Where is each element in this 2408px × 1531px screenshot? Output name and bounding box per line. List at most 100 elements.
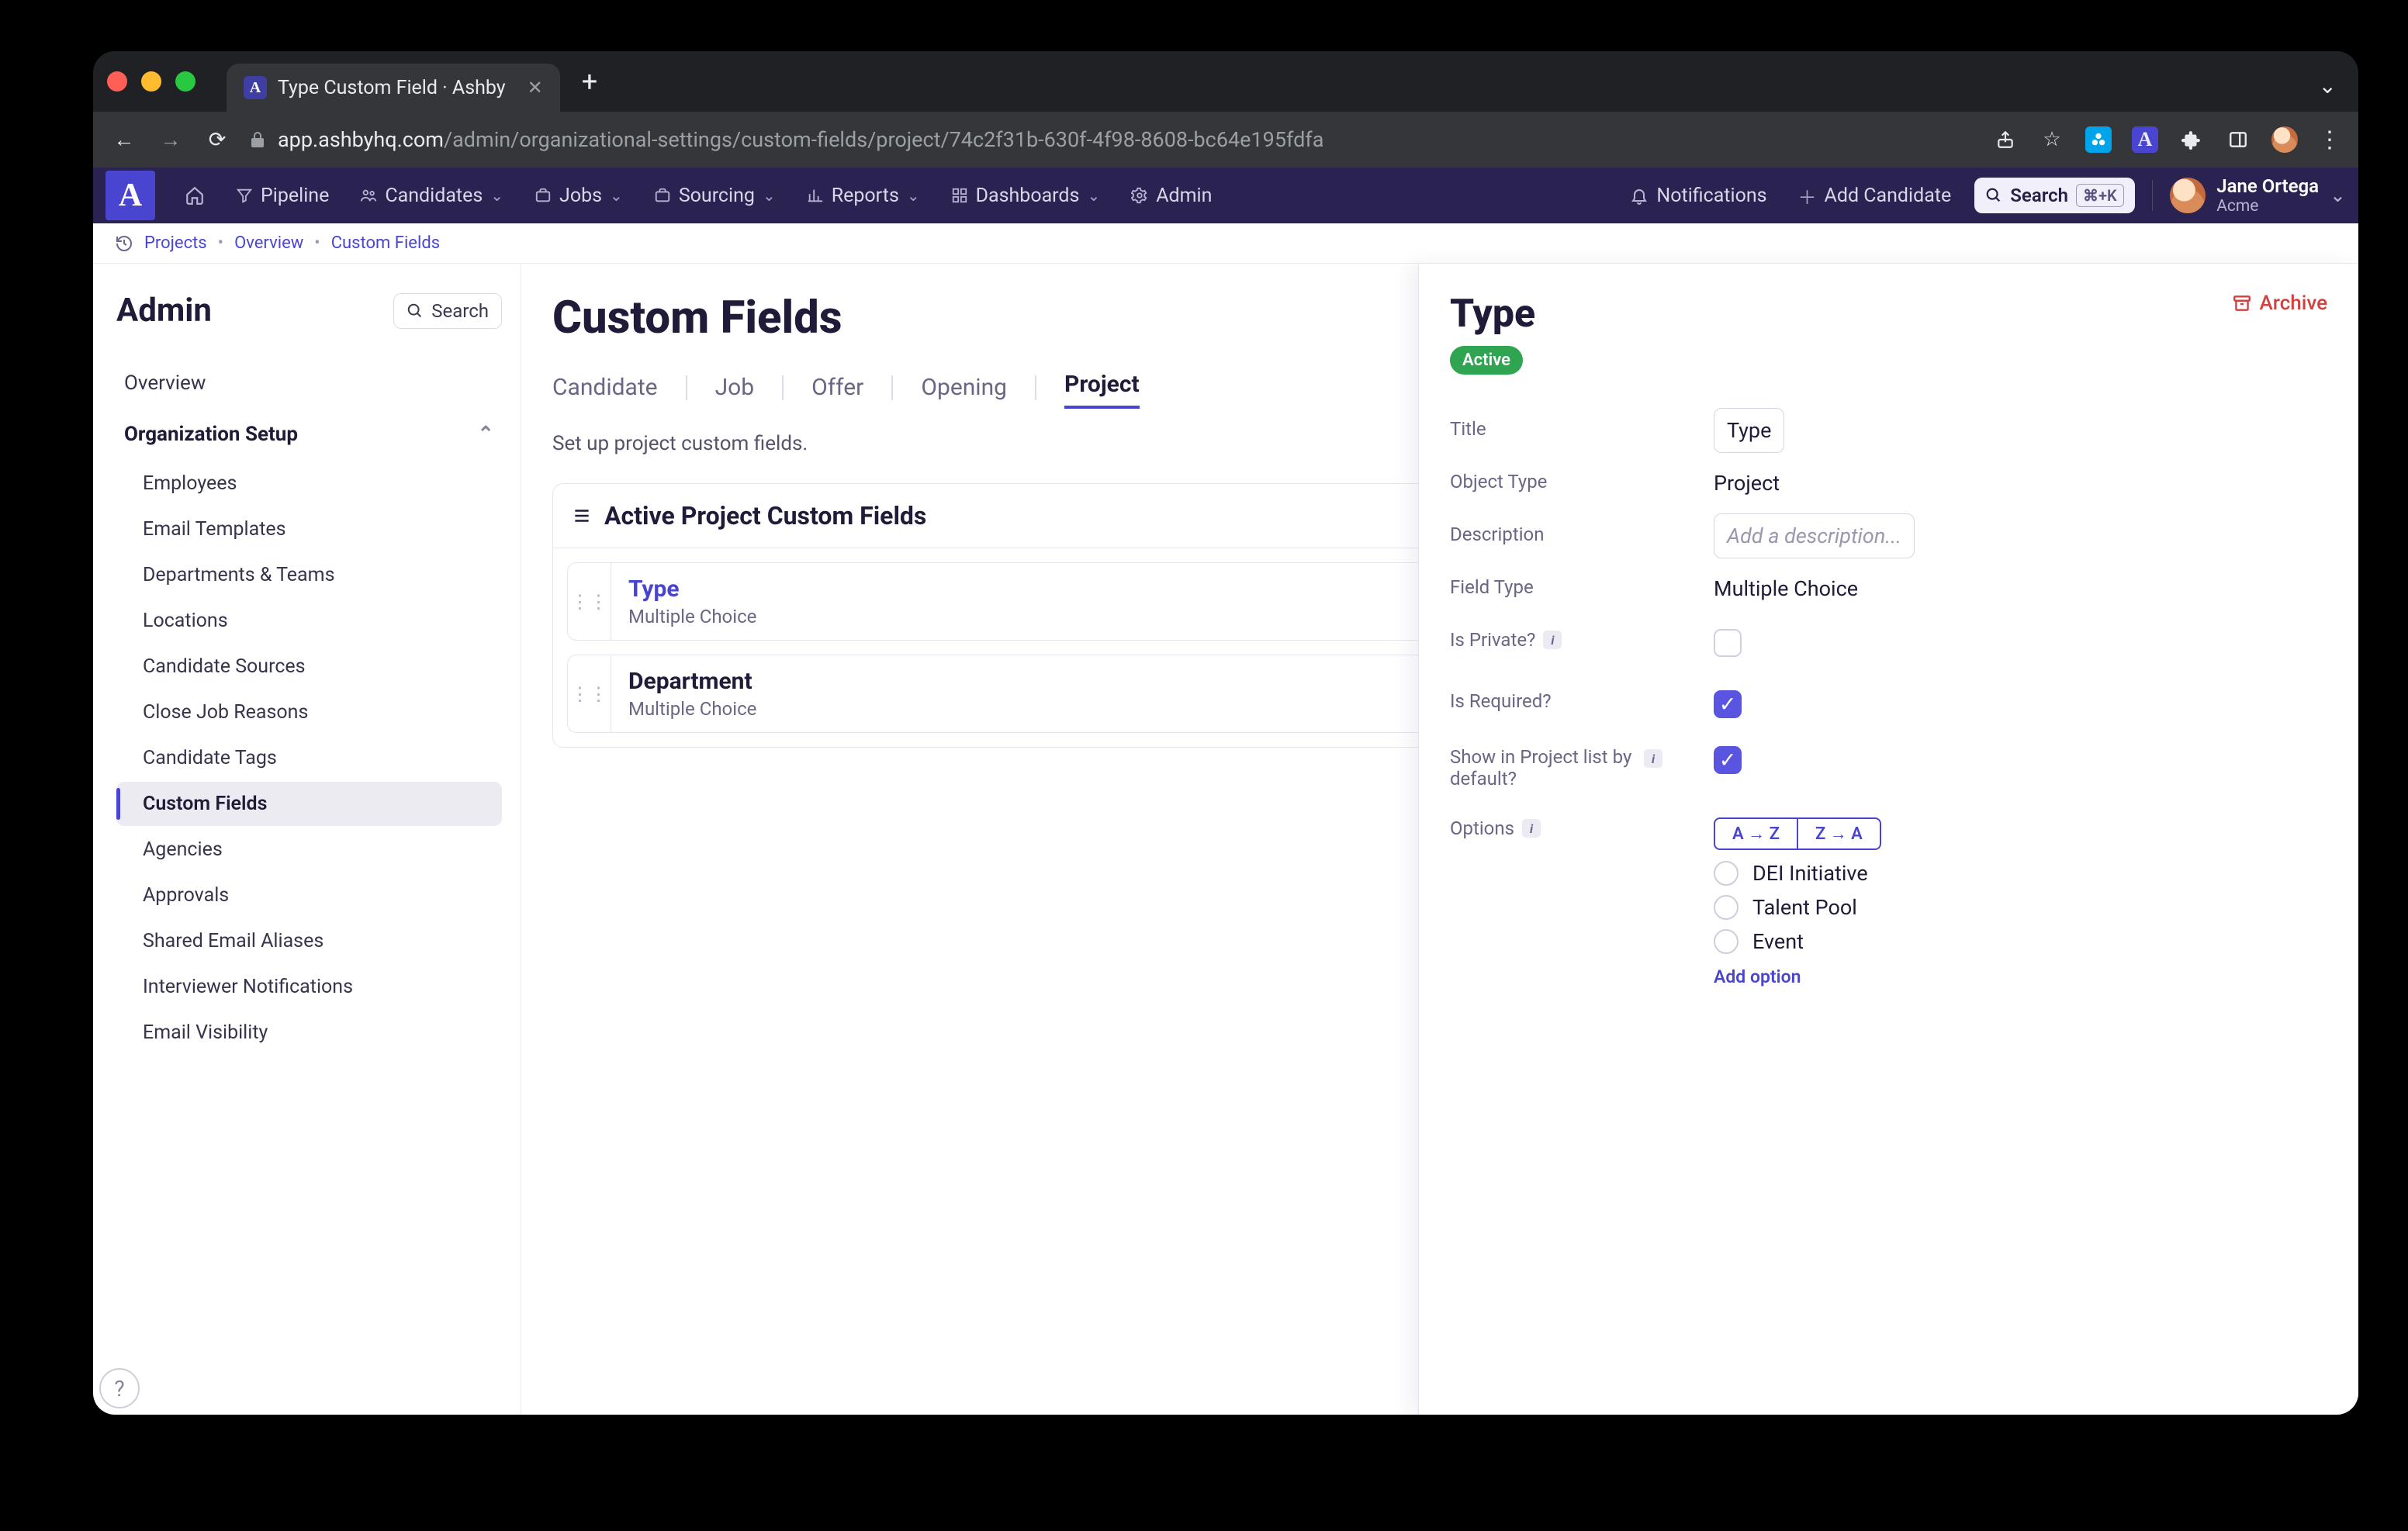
- nav-admin[interactable]: Admin: [1116, 168, 1227, 223]
- card-title: Active Project Custom Fields: [604, 501, 926, 530]
- nav-label: Candidates: [385, 185, 483, 207]
- radio-icon[interactable]: [1714, 929, 1739, 954]
- browser-window: A Type Custom Field · Ashby ✕ + ⌄ ← → ⟳ …: [93, 51, 2358, 1415]
- is-private-checkbox[interactable]: [1714, 629, 1742, 657]
- sidebar-item-departments-teams[interactable]: Departments & Teams: [116, 553, 502, 597]
- nav-add-candidate[interactable]: ＋ Add Candidate: [1783, 168, 1967, 223]
- people-icon: [360, 187, 377, 204]
- app-topnav: A Pipeline Candidates ⌄ Jobs ⌄ Sourcing …: [93, 168, 2358, 223]
- radio-icon[interactable]: [1714, 895, 1739, 920]
- forward-button[interactable]: →: [155, 127, 186, 152]
- nav-reports[interactable]: Reports ⌄: [791, 168, 936, 223]
- nav-notifications[interactable]: Notifications: [1614, 168, 1782, 223]
- sidebar-item-close-job-reasons[interactable]: Close Job Reasons: [116, 690, 502, 734]
- panel-icon[interactable]: [2225, 126, 2251, 153]
- share-icon[interactable]: [1992, 126, 2019, 153]
- field-row-subtitle: Multiple Choice: [628, 698, 756, 720]
- tab-job[interactable]: Job: [715, 369, 755, 406]
- drag-handle-icon[interactable]: ⋮⋮: [568, 563, 611, 640]
- new-tab-button[interactable]: +: [582, 65, 597, 98]
- sidebar-item-email-visibility[interactable]: Email Visibility: [116, 1011, 502, 1055]
- extensions-puzzle-icon[interactable]: [2178, 126, 2205, 153]
- user-avatar-icon: [2170, 178, 2206, 213]
- minimize-window-button[interactable]: [141, 71, 161, 92]
- tab-offer[interactable]: Offer: [811, 369, 863, 406]
- browser-tab[interactable]: A Type Custom Field · Ashby ✕: [227, 64, 560, 112]
- user-menu[interactable]: Jane Ortega Acme ⌄: [2170, 175, 2346, 216]
- close-tab-icon[interactable]: ✕: [528, 77, 543, 98]
- back-button[interactable]: ←: [109, 127, 140, 152]
- sidebar-item-shared-email-aliases[interactable]: Shared Email Aliases: [116, 919, 502, 963]
- app-logo-icon[interactable]: A: [106, 171, 155, 220]
- sidebar-item-interviewer-notifications[interactable]: Interviewer Notifications: [116, 965, 502, 1009]
- lock-icon: [248, 130, 267, 149]
- status-badge: Active: [1450, 346, 1523, 375]
- info-icon[interactable]: i: [1522, 819, 1541, 838]
- title-input[interactable]: Type: [1714, 408, 1784, 453]
- sidebar-item-agencies[interactable]: Agencies: [116, 828, 502, 872]
- sidebar-item-candidate-sources[interactable]: Candidate Sources: [116, 645, 502, 689]
- info-icon[interactable]: i: [1644, 749, 1662, 768]
- add-option-button[interactable]: Add option: [1714, 966, 2327, 987]
- crumb-2[interactable]: Custom Fields: [331, 233, 440, 253]
- close-window-button[interactable]: [107, 71, 127, 92]
- bookmark-star-icon[interactable]: ☆: [2039, 126, 2065, 153]
- crumb-1[interactable]: Overview: [234, 233, 303, 253]
- global-search-button[interactable]: Search ⌘+K: [1974, 178, 2134, 213]
- option-row[interactable]: Event: [1714, 929, 2327, 954]
- sidebar-item-locations[interactable]: Locations: [116, 599, 502, 643]
- nav-candidates[interactable]: Candidates ⌄: [344, 168, 519, 223]
- grid-icon: [951, 187, 968, 204]
- is-required-checkbox[interactable]: ✓: [1714, 690, 1742, 718]
- nav-jobs[interactable]: Jobs ⌄: [519, 168, 638, 223]
- sidebar-overview[interactable]: Overview: [116, 358, 502, 409]
- nav-dashboards[interactable]: Dashboards ⌄: [936, 168, 1116, 223]
- help-button[interactable]: ?: [99, 1368, 140, 1408]
- crumb-0[interactable]: Projects: [144, 233, 207, 253]
- sidebar-title: Admin: [116, 292, 212, 330]
- extension-icon-2[interactable]: A: [2132, 126, 2158, 153]
- sort-za-button[interactable]: Z → A: [1797, 819, 1880, 848]
- sidebar-search-button[interactable]: Search: [393, 293, 502, 329]
- show-in-list-checkbox[interactable]: ✓: [1714, 746, 1742, 774]
- archive-label: Archive: [2260, 292, 2328, 315]
- tab-opening[interactable]: Opening: [921, 369, 1007, 406]
- maximize-window-button[interactable]: [175, 71, 195, 92]
- tab-candidate[interactable]: Candidate: [552, 369, 658, 406]
- history-icon[interactable]: [115, 234, 133, 253]
- sidebar-item-email-templates[interactable]: Email Templates: [116, 507, 502, 551]
- omnibox[interactable]: app.ashbyhq.com/admin/organizational-set…: [248, 127, 1977, 152]
- extension-icon-1[interactable]: [2085, 126, 2112, 153]
- briefcase-icon: [535, 187, 552, 204]
- sort-az-button[interactable]: A → Z: [1715, 819, 1797, 848]
- reload-button[interactable]: ⟳: [202, 127, 233, 152]
- sidebar-item-candidate-tags[interactable]: Candidate Tags: [116, 736, 502, 780]
- user-name: Jane Ortega: [2216, 175, 2319, 197]
- nav-sourcing[interactable]: Sourcing ⌄: [638, 168, 791, 223]
- tab-project[interactable]: Project: [1064, 366, 1140, 409]
- nav-home[interactable]: [169, 168, 220, 223]
- nav-label: Sourcing: [679, 185, 755, 207]
- window-controls: [107, 71, 195, 92]
- drag-handle-icon[interactable]: ⋮⋮: [568, 655, 611, 732]
- option-row[interactable]: Talent Pool: [1714, 895, 2327, 920]
- nav-add-candidate-label: Add Candidate: [1825, 185, 1952, 207]
- sidebar-group-org-setup[interactable]: Organization Setup ⌃: [116, 409, 502, 460]
- sidebar-item-employees[interactable]: Employees: [116, 461, 502, 506]
- profile-avatar-icon[interactable]: [2271, 126, 2298, 153]
- info-icon[interactable]: i: [1543, 631, 1562, 649]
- tab-overflow-icon[interactable]: ⌄: [2319, 73, 2337, 98]
- nav-pipeline[interactable]: Pipeline: [220, 168, 344, 223]
- sidebar-item-custom-fields[interactable]: Custom Fields: [116, 782, 502, 826]
- plus-icon: ＋: [1798, 182, 1817, 209]
- option-row[interactable]: DEI Initiative: [1714, 861, 2327, 886]
- tab-title: Type Custom Field · Ashby: [278, 77, 506, 99]
- archive-button[interactable]: Archive: [2232, 292, 2328, 315]
- search-icon: [1985, 187, 2002, 204]
- nav-label: Admin: [1156, 185, 1212, 207]
- option-label: Talent Pool: [1752, 895, 1857, 920]
- browser-menu-icon[interactable]: ⋮: [2318, 126, 2343, 154]
- radio-icon[interactable]: [1714, 861, 1739, 886]
- sidebar-item-approvals[interactable]: Approvals: [116, 873, 502, 918]
- description-input[interactable]: Add a description...: [1714, 513, 1915, 558]
